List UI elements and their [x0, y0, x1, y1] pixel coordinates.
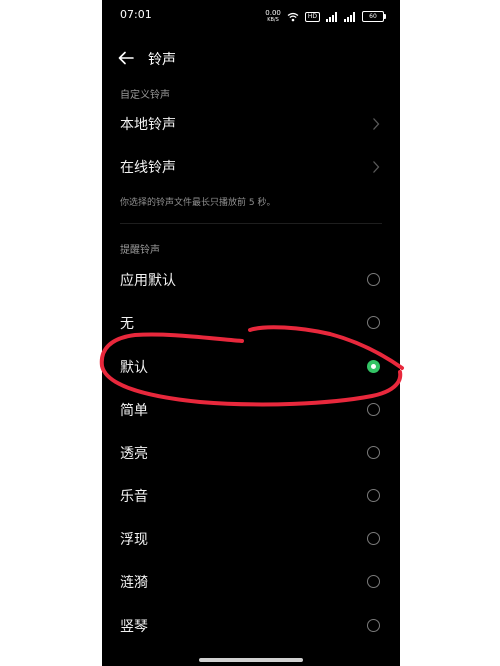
ringtone-option-app-default[interactable]: 应用默认: [102, 260, 400, 300]
radio-button[interactable]: [367, 403, 380, 416]
ringtone-option-label: 竖琴: [120, 619, 148, 635]
online-ringtone-label: 在线铃声: [120, 160, 176, 176]
ringtone-option-label: 应用默认: [120, 273, 176, 289]
ringtone-option-label: 乐音: [120, 489, 148, 505]
chevron-right-icon: [373, 161, 380, 173]
section-divider: [120, 223, 382, 224]
ringtone-option-default[interactable]: 默认: [102, 347, 400, 387]
local-ringtone-item[interactable]: 本地铃声: [102, 104, 400, 144]
section-header-alert: 提醒铃声: [120, 245, 160, 256]
chevron-right-icon: [373, 118, 380, 130]
battery-icon: 60: [362, 11, 386, 22]
section-header-custom: 自定义铃声: [120, 90, 170, 101]
hd-badge: HD: [304, 11, 320, 22]
radio-button[interactable]: [367, 489, 380, 502]
header: 铃声: [102, 44, 400, 72]
radio-button[interactable]: [367, 619, 380, 632]
signal-icon-secondary: [344, 7, 356, 26]
radio-button[interactable]: [367, 446, 380, 459]
radio-button-selected[interactable]: [367, 360, 380, 373]
network-speed-value: 0.00: [265, 8, 281, 17]
ringtone-option-emerge[interactable]: 浮现: [102, 519, 400, 559]
local-ringtone-label: 本地铃声: [120, 117, 176, 133]
online-ringtone-item[interactable]: 在线铃声: [102, 147, 400, 187]
home-indicator[interactable]: [199, 658, 303, 662]
status-time: 07:01: [120, 8, 152, 21]
ringtone-length-note: 你选择的铃声文件最长只播放前 5 秒。: [120, 198, 276, 208]
ringtone-option-simple[interactable]: 简单: [102, 390, 400, 430]
radio-button[interactable]: [367, 532, 380, 545]
signal-icon: [326, 7, 338, 26]
arrow-left-icon: [118, 51, 134, 65]
ringtone-option-label: 无: [120, 316, 134, 332]
ringtone-option-bright[interactable]: 透亮: [102, 433, 400, 473]
page-title: 铃声: [148, 52, 176, 68]
ringtone-option-harp[interactable]: 竖琴: [102, 606, 400, 646]
radio-button[interactable]: [367, 316, 380, 329]
back-button[interactable]: [114, 44, 138, 72]
status-bar: 07:01 0.00 KB/S HD 60: [102, 0, 400, 28]
radio-button[interactable]: [367, 273, 380, 286]
ringtone-option-label: 浮现: [120, 532, 148, 548]
phone-screen: 07:01 0.00 KB/S HD 60 铃声 自定义铃声 本地铃声 在线铃声…: [102, 0, 400, 666]
ringtone-option-label: 涟漪: [120, 575, 148, 591]
wifi-icon: [287, 7, 299, 26]
network-speed-unit: KB/S: [267, 16, 279, 23]
ringtone-option-label: 默认: [120, 360, 148, 376]
ringtone-option-music[interactable]: 乐音: [102, 476, 400, 516]
ringtone-option-ripple[interactable]: 涟漪: [102, 562, 400, 602]
ringtone-option-label: 简单: [120, 403, 148, 419]
radio-button[interactable]: [367, 575, 380, 588]
network-speed: 0.00 KB/S: [265, 8, 281, 24]
ringtone-option-none[interactable]: 无: [102, 303, 400, 343]
status-icons: 0.00 KB/S HD 60: [265, 7, 386, 26]
ringtone-option-label: 透亮: [120, 446, 148, 462]
